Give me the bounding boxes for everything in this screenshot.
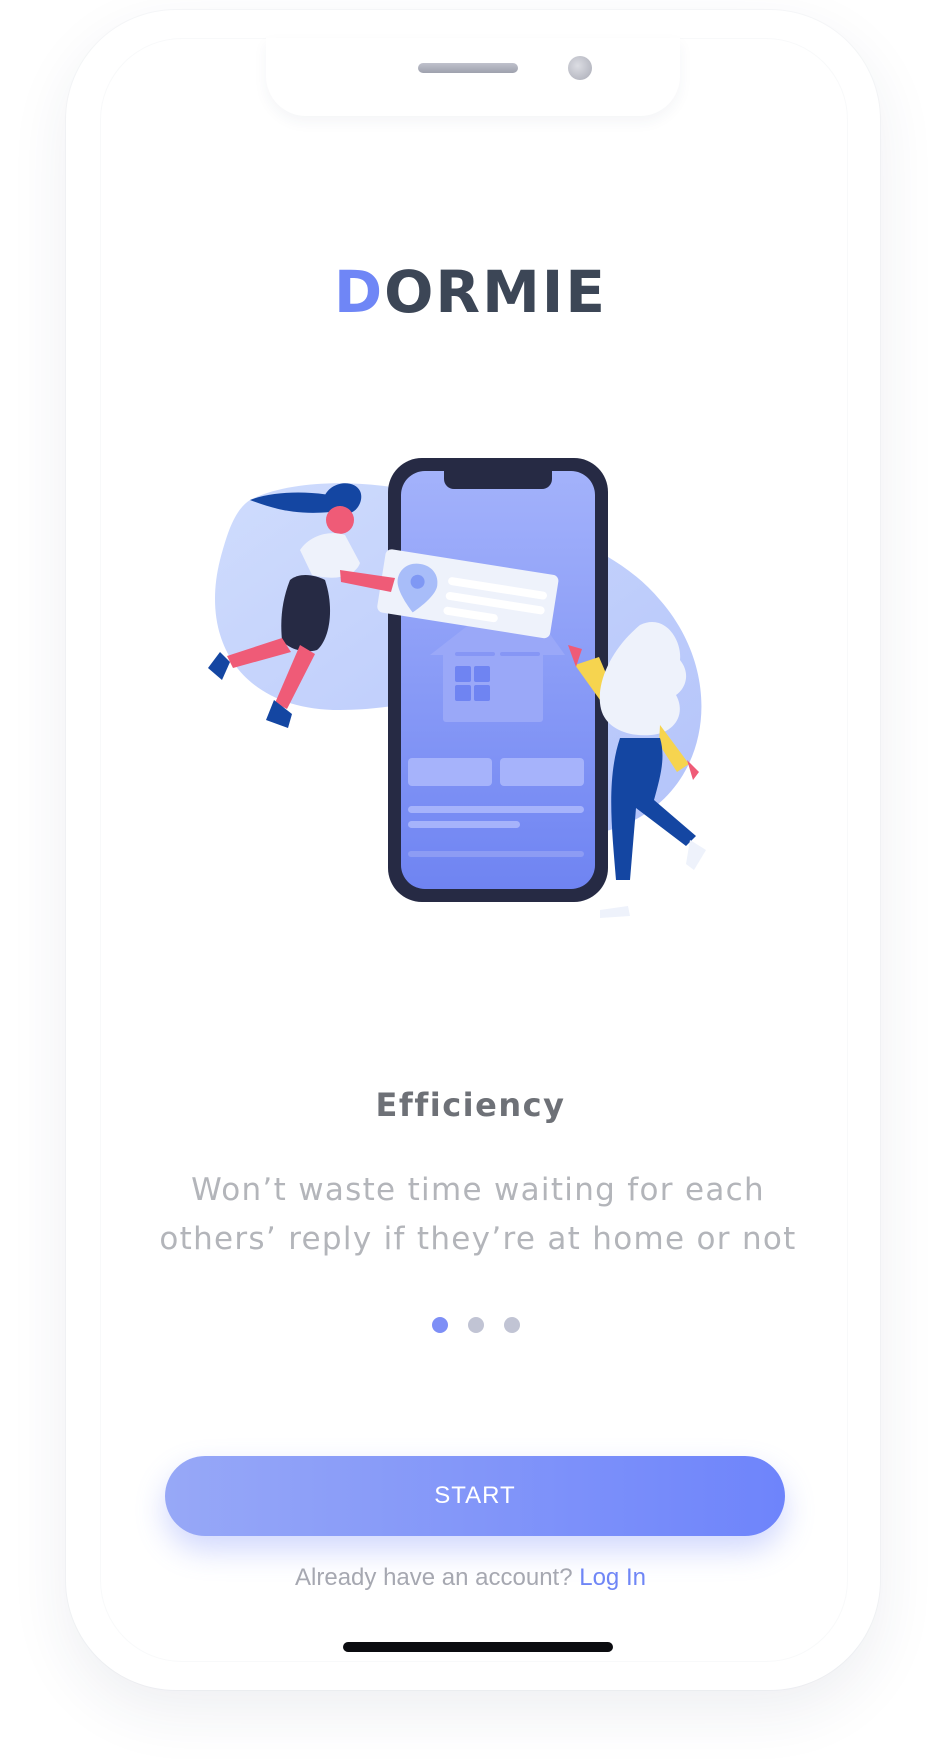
front-camera: [568, 56, 592, 80]
phone-notch: [266, 38, 680, 116]
onboarding-illustration: [208, 458, 706, 918]
card-left: [408, 758, 492, 786]
onboarding-description: Won’t waste time waiting for each others…: [140, 1166, 816, 1264]
home-indicator: [343, 1642, 613, 1652]
page-dot-2[interactable]: [468, 1317, 484, 1333]
onboarding-title: Efficiency: [375, 1086, 566, 1124]
page-indicator: [432, 1317, 520, 1333]
description-line-1: Won’t waste time waiting for each: [191, 1172, 765, 1208]
phone-notch-illustration: [444, 471, 552, 489]
login-prompt-row: Already have an account? Log In: [0, 1564, 941, 1592]
start-button[interactable]: START: [165, 1456, 785, 1536]
page-dot-3[interactable]: [504, 1317, 520, 1333]
description-line-2: others’ reply if they’re at home or not: [159, 1221, 797, 1257]
login-prompt-text: Already have an account?: [295, 1564, 573, 1591]
app-logo: DORMIE: [0, 258, 941, 326]
card-right: [500, 758, 584, 786]
login-link[interactable]: Log In: [579, 1564, 646, 1591]
logo-accent-letter: D: [333, 258, 385, 326]
speaker-grille: [418, 63, 518, 73]
page-dot-1[interactable]: [432, 1317, 448, 1333]
logo-text: ORMIE: [384, 258, 608, 326]
